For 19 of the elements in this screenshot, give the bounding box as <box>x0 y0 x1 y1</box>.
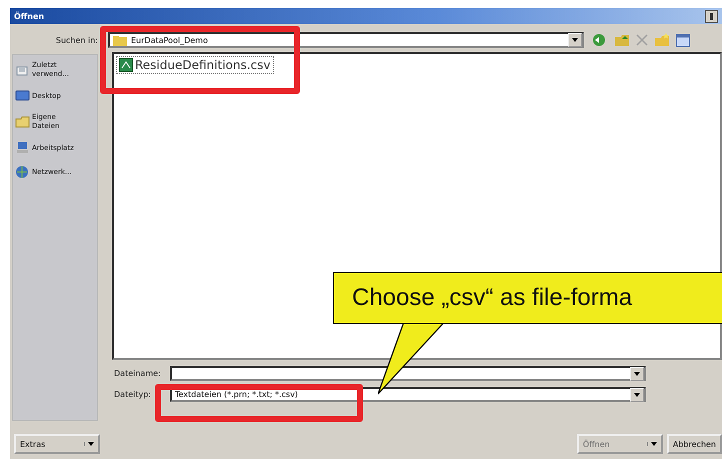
callout-text: Choose „csv“ as file-forma <box>352 284 632 312</box>
dialog-button[interactable]: Abbrechen <box>666 434 722 454</box>
desktop-icon <box>15 89 30 103</box>
file-name-field[interactable] <box>170 366 646 381</box>
help-button[interactable] <box>705 10 718 22</box>
file-item[interactable]: ResidueDefinitions.csv <box>116 56 274 74</box>
field-label: Suchen in: <box>54 36 99 44</box>
file-type-dropdown[interactable]: Textdateien (*.prn; *.txt; *.csv) <box>170 387 646 402</box>
computer-icon <box>15 141 30 155</box>
field-label: Dateiname: <box>113 369 162 378</box>
field-label: Dateityp: <box>113 390 152 399</box>
up-folder-icon[interactable] <box>614 33 630 47</box>
window-title: Öffnen <box>14 12 44 20</box>
view-menu-icon[interactable] <box>676 34 690 46</box>
spreadsheet-icon <box>119 58 133 72</box>
look-in-dropdown[interactable]: EurDataPool_Demo <box>108 32 584 48</box>
globe-icon <box>15 165 30 179</box>
back-icon[interactable] <box>592 33 608 47</box>
dialog-button[interactable]: Extras <box>14 434 100 454</box>
